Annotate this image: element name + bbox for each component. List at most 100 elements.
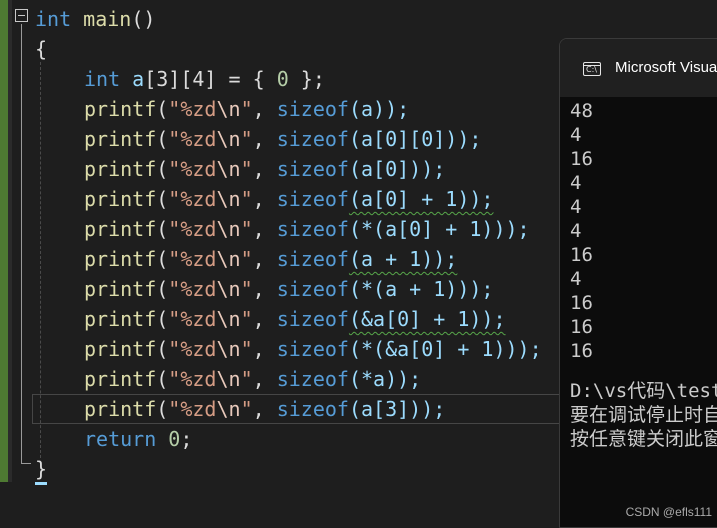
sizeof-argument: (*a));	[348, 367, 422, 391]
code-line-printf-current[interactable]: printf("%zd\n", sizeof(a[3]));	[84, 394, 445, 424]
code-line-declaration[interactable]: int a[3][4] = { 0 };	[84, 64, 325, 94]
close-brace: }	[35, 457, 48, 481]
return-value: 0	[168, 427, 181, 451]
code-line-printf[interactable]: printf("%zd\n", sizeof(*(a[0] + 1)));	[84, 214, 530, 244]
sizeof-keyword: sizeof	[276, 277, 349, 301]
sizeof-argument: (a[3]));	[348, 397, 446, 421]
output-line: 16	[570, 244, 593, 266]
editor-bottom-area	[0, 482, 560, 521]
format-escape: \n	[216, 217, 241, 241]
array-dims: [3][4]	[144, 67, 217, 91]
format-string-close: "	[240, 367, 253, 391]
format-escape: \n	[216, 157, 241, 181]
format-string-open: "%zd	[168, 127, 217, 151]
fold-guide-end	[21, 463, 31, 464]
printf-call: printf	[84, 127, 157, 151]
console-message-press-key: 按任意键关闭此窗口	[570, 428, 717, 450]
sizeof-argument: (*(&a[0] + 1)));	[348, 337, 542, 361]
return-keyword: return	[84, 427, 157, 451]
printf-call: printf	[84, 367, 157, 391]
format-escape: \n	[216, 187, 241, 211]
init-value: 0	[276, 67, 289, 91]
format-string-open: "%zd	[168, 247, 217, 271]
console-title: Microsoft Visual Studio Debug Console	[615, 59, 717, 76]
csdn-watermark: CSDN @efls111	[625, 505, 712, 519]
change-indicator-bar	[0, 0, 8, 482]
printf-call: printf	[84, 97, 157, 121]
code-line-signature[interactable]: int main()	[35, 4, 155, 34]
code-line-printf-warning[interactable]: printf("%zd\n", sizeof(&a[0] + 1));	[84, 304, 506, 334]
format-string-open: "%zd	[168, 307, 217, 331]
format-escape: \n	[216, 367, 241, 391]
format-escape: \n	[216, 97, 241, 121]
console-title-bar[interactable]: C:\ Microsoft Visual Studio Debug Consol…	[560, 39, 717, 97]
console-path-line: D:\vs代码\test	[570, 380, 717, 402]
console-app-icon: C:\	[583, 62, 601, 76]
sizeof-argument-warning[interactable]: (a[0] + 1));	[349, 187, 494, 211]
console-message-autoclose: 要在调试停止时自动关闭控制台	[570, 404, 717, 426]
code-line-printf[interactable]: printf("%zd\n", sizeof(*a));	[84, 364, 421, 394]
format-escape: \n	[216, 277, 241, 301]
sizeof-keyword: sizeof	[276, 157, 349, 181]
output-line: 4	[570, 172, 582, 194]
output-line: 4	[570, 268, 582, 290]
output-line: 4	[570, 196, 582, 218]
sizeof-keyword: sizeof	[276, 97, 349, 121]
editor-gutter	[8, 0, 12, 482]
format-escape: \n	[216, 127, 241, 151]
sizeof-keyword: sizeof	[276, 397, 349, 421]
format-string-close: "	[240, 97, 253, 121]
format-string-open: "%zd	[168, 397, 217, 421]
printf-call: printf	[84, 277, 157, 301]
format-string-close: "	[240, 307, 253, 331]
sizeof-argument: (a[0][0]));	[348, 127, 482, 151]
output-line: 16	[570, 340, 593, 362]
code-line-printf[interactable]: printf("%zd\n", sizeof(*(&a[0] + 1)));	[84, 334, 542, 364]
format-string-open: "%zd	[168, 187, 217, 211]
sizeof-keyword: sizeof	[276, 307, 349, 331]
sizeof-argument-warning[interactable]: (a + 1));	[349, 247, 457, 271]
code-line-printf[interactable]: printf("%zd\n", sizeof(a[0][0]));	[84, 124, 481, 154]
code-line-printf[interactable]: printf("%zd\n", sizeof(a[0]));	[84, 154, 445, 184]
printf-call: printf	[84, 157, 157, 181]
collapse-icon[interactable]	[15, 9, 28, 22]
printf-call: printf	[84, 187, 157, 211]
output-line: 16	[570, 292, 593, 314]
format-string-open: "%zd	[168, 97, 217, 121]
function-name: main	[83, 7, 132, 31]
code-line-printf[interactable]: printf("%zd\n", sizeof(a));	[84, 94, 409, 124]
code-line-printf[interactable]: printf("%zd\n", sizeof(*(a + 1)));	[84, 274, 493, 304]
sizeof-keyword: sizeof	[276, 217, 349, 241]
code-line-close-brace[interactable]: }	[35, 454, 47, 484]
format-string-close: "	[240, 157, 253, 181]
sizeof-keyword: sizeof	[276, 127, 349, 151]
sizeof-argument: (a[0]));	[348, 157, 446, 181]
printf-call: printf	[84, 337, 157, 361]
code-line-printf-warning[interactable]: printf("%zd\n", sizeof(a[0] + 1));	[84, 184, 493, 214]
console-output[interactable]: 48 4 16 4 4 4 16 4 16 16 16 D:\vs代码\test…	[570, 99, 717, 451]
format-string-open: "%zd	[168, 337, 217, 361]
format-string-open: "%zd	[168, 367, 217, 391]
printf-call: printf	[84, 217, 157, 241]
format-escape: \n	[216, 307, 241, 331]
format-string-open: "%zd	[168, 217, 217, 241]
code-line-open-brace[interactable]: {	[35, 34, 47, 64]
code-line-printf-warning[interactable]: printf("%zd\n", sizeof(a + 1));	[84, 244, 457, 274]
return-semicolon: ;	[180, 427, 193, 451]
code-line-return[interactable]: return 0;	[84, 424, 192, 454]
sizeof-argument-warning[interactable]: (&a[0] + 1));	[349, 307, 506, 331]
decl-assign: = {	[216, 67, 277, 91]
format-string-close: "	[240, 217, 253, 241]
format-string-open: "%zd	[168, 277, 217, 301]
format-escape: \n	[216, 247, 241, 271]
format-string-close: "	[240, 187, 253, 211]
sizeof-argument: (*(a + 1)));	[348, 277, 494, 301]
format-escape: \n	[216, 397, 241, 421]
sizeof-argument: (a));	[348, 97, 410, 121]
debug-console-window[interactable]: C:\ Microsoft Visual Studio Debug Consol…	[559, 38, 717, 528]
printf-call: printf	[84, 247, 157, 271]
format-string-close: "	[240, 337, 253, 361]
sizeof-keyword: sizeof	[276, 337, 349, 361]
signature-parens: ()	[131, 7, 156, 31]
sizeof-keyword: sizeof	[276, 247, 349, 271]
